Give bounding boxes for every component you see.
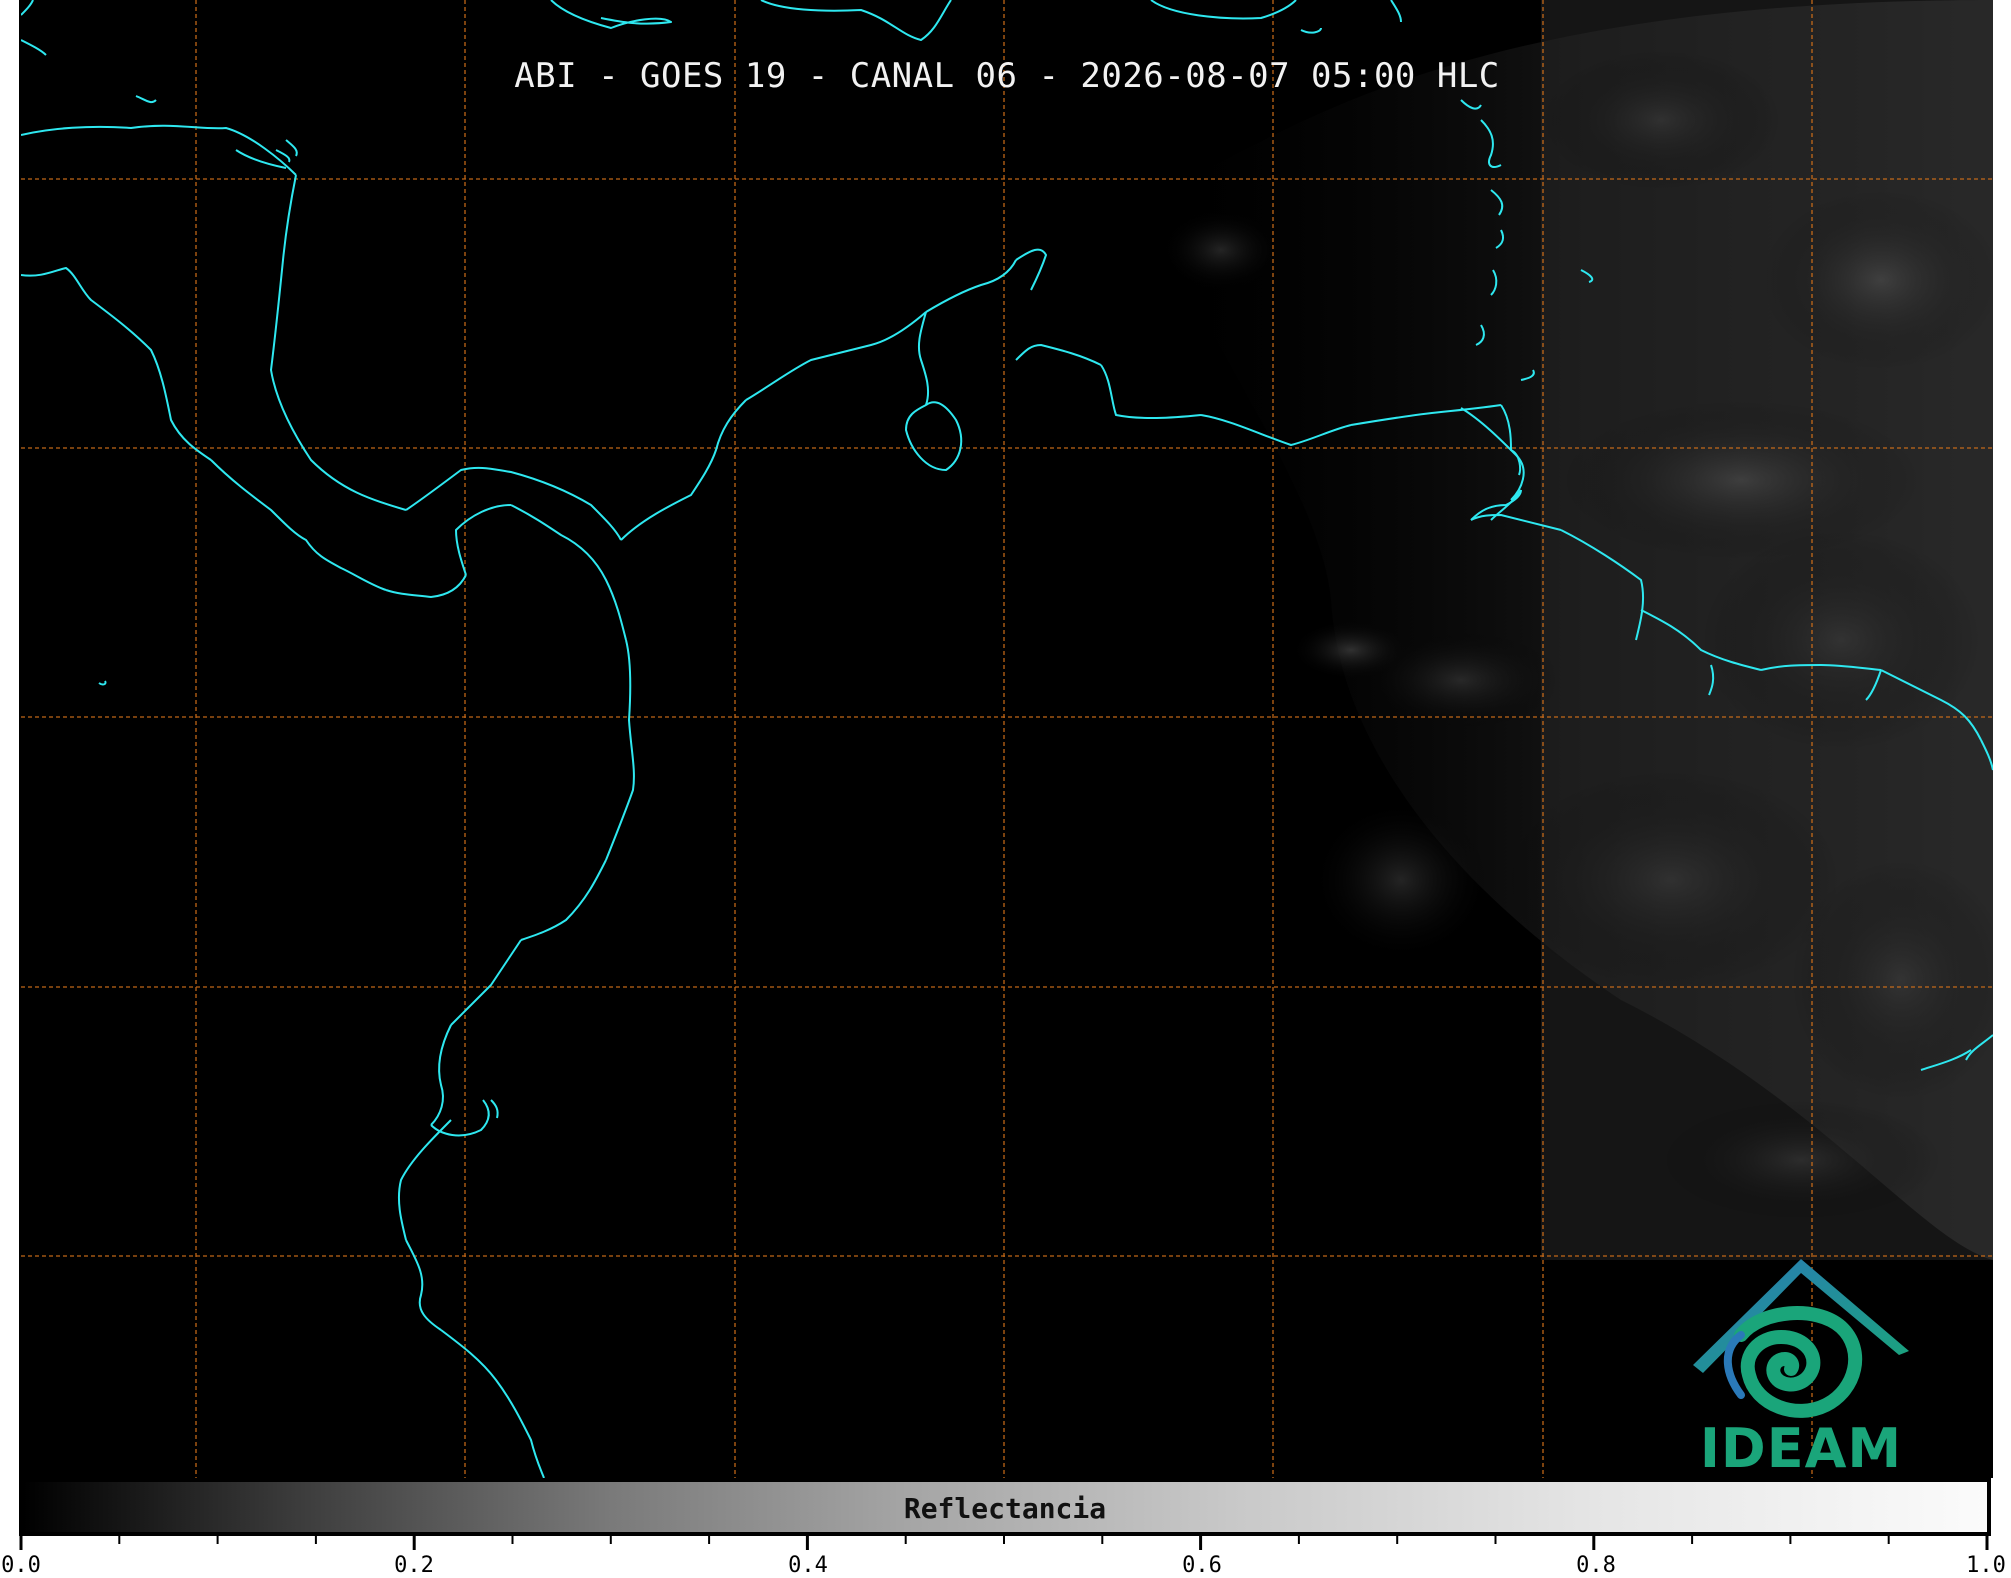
ideam-logo-emblem [1693, 1259, 1909, 1418]
colorbar-label: Reflectancia [903, 1492, 1107, 1525]
tick-label-1: 0.2 [394, 1553, 434, 1578]
satellite-map: ABI - GOES 19 - CANAL 06 - 2026-08-07 05… [19, 0, 1993, 1478]
ideam-logo: IDEAM [1681, 1255, 1921, 1478]
tick-label-5: 1.0 [1966, 1553, 2006, 1578]
cloud-layer [1141, 0, 1993, 1260]
tick-label-0: 0.0 [1, 1553, 41, 1578]
tick-label-4: 0.8 [1576, 1553, 1616, 1578]
tick-label-3: 0.6 [1182, 1553, 1222, 1578]
map-title: ABI - GOES 19 - CANAL 06 - 2026-08-07 05… [514, 56, 1500, 96]
ideam-logo-text: IDEAM [1699, 1417, 1903, 1478]
colorbar: Reflectancia [19, 1478, 1991, 1536]
tick-label-2: 0.4 [788, 1553, 828, 1578]
